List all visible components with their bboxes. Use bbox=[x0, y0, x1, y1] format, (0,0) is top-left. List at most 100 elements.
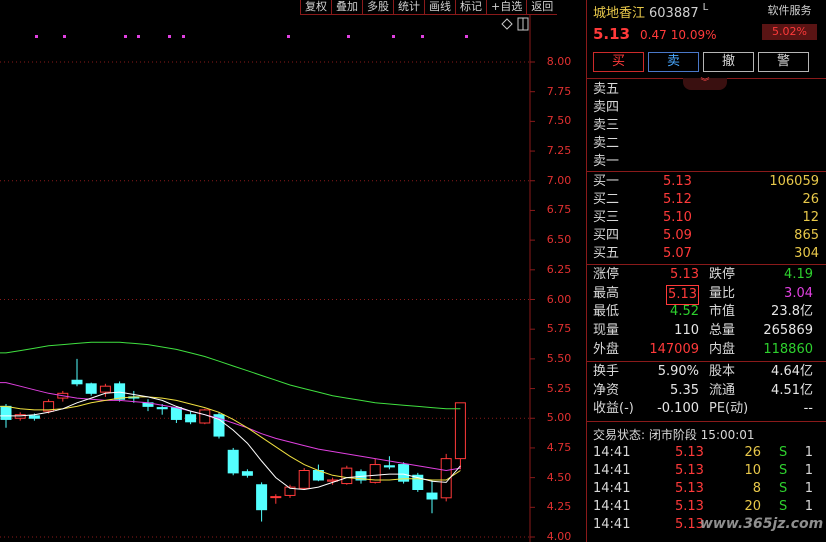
candle-up bbox=[284, 484, 296, 498]
y-tick-label: 4.25 bbox=[546, 500, 572, 514]
mark-button[interactable]: 标记 bbox=[455, 0, 486, 15]
marker-dot bbox=[124, 35, 127, 38]
candle-body bbox=[256, 484, 268, 511]
y-tick-label: 4.00 bbox=[546, 530, 572, 542]
candle-body bbox=[426, 492, 438, 500]
outer-value: 147009 bbox=[649, 342, 699, 357]
y-tick-label: 4.50 bbox=[546, 470, 572, 484]
y-tick-label: 7.25 bbox=[546, 144, 572, 158]
bid-row[interactable]: 买五 5.07 304 bbox=[593, 245, 819, 263]
stock-name: 城地香江 bbox=[593, 6, 646, 21]
stat-row: 外盘 147009 内盘 118860 bbox=[593, 342, 813, 357]
ask-row[interactable]: 卖二 bbox=[593, 135, 819, 153]
candle-down bbox=[213, 412, 225, 439]
back-button[interactable]: 返回 bbox=[526, 0, 558, 15]
ask-row[interactable]: 卖五 bbox=[593, 81, 819, 99]
multi-stock-button[interactable]: 多股 bbox=[362, 0, 393, 15]
alert-button[interactable]: 警 bbox=[758, 52, 809, 72]
y-tick-label: 5.75 bbox=[546, 322, 572, 336]
stock-title[interactable]: 城地香江 603887 L bbox=[593, 2, 708, 21]
candle-down bbox=[312, 464, 324, 482]
candle-body bbox=[99, 385, 111, 393]
stock-code: 603887 bbox=[649, 6, 699, 21]
candle-body bbox=[71, 379, 83, 385]
sell-button[interactable]: 卖 bbox=[648, 52, 699, 72]
candle-body bbox=[270, 496, 282, 499]
quote-panel: 城地香江 603887 L 软件服务 5.02% 5.13 0.47 10.09% 买 … bbox=[586, 0, 826, 542]
candle-down bbox=[398, 462, 410, 484]
marker-dot bbox=[465, 35, 468, 38]
restore-rights-button[interactable]: 复权 bbox=[300, 0, 331, 15]
candle-down bbox=[241, 469, 253, 478]
y-tick-label: 4.75 bbox=[546, 440, 572, 454]
buy-button[interactable]: 买 bbox=[593, 52, 644, 72]
y-tick-label: 5.00 bbox=[546, 411, 572, 425]
candle-down bbox=[426, 480, 438, 514]
stat-row: 净资 5.35 流通 4.51亿 bbox=[593, 383, 813, 398]
bid-row[interactable]: 买二 5.12 26 bbox=[593, 191, 819, 209]
nav-value: 5.35 bbox=[670, 383, 699, 398]
inner-value: 118860 bbox=[763, 342, 813, 357]
divider bbox=[587, 361, 826, 362]
marker-dot bbox=[347, 35, 350, 38]
candle-body bbox=[170, 407, 182, 420]
trade-status: 交易状态: 闭市阶段 15:00:01 bbox=[593, 428, 755, 442]
draw-line-button[interactable]: 画线 bbox=[424, 0, 455, 15]
ma5-line bbox=[0, 391, 461, 491]
kline-chart[interactable] bbox=[0, 0, 586, 542]
low-value: 4.52 bbox=[670, 304, 699, 319]
pe-value: -- bbox=[803, 401, 813, 416]
float-value: 4.51亿 bbox=[771, 383, 813, 398]
eps-value: -0.100 bbox=[657, 401, 699, 416]
tick-row: 14:41 5.13 26 S 1 bbox=[593, 445, 813, 460]
y-tick-label: 5.25 bbox=[546, 381, 572, 395]
candle-down bbox=[383, 456, 395, 470]
bid-row[interactable]: 买三 5.10 12 bbox=[593, 209, 819, 227]
cancel-order-button[interactable]: 撤 bbox=[703, 52, 754, 72]
action-buttons: 买 卖 撤 警 bbox=[593, 52, 809, 72]
divider bbox=[587, 421, 826, 422]
candle-up bbox=[199, 408, 211, 425]
bid-row[interactable]: 买四 5.09 865 bbox=[593, 227, 819, 245]
candle-down bbox=[412, 472, 424, 492]
sector-box[interactable]: 软件服务 5.02% bbox=[762, 2, 817, 40]
price-change: 0.47 bbox=[640, 28, 667, 42]
divider bbox=[587, 264, 826, 265]
statistics-button[interactable]: 统计 bbox=[393, 0, 424, 15]
total-vol-value: 265869 bbox=[763, 323, 813, 338]
stat-row: 现量 110 总量 265869 bbox=[593, 323, 813, 338]
ask-row[interactable]: 卖四 bbox=[593, 99, 819, 117]
stat-row: 收益(-) -0.100 PE(动) -- bbox=[593, 401, 813, 416]
candle-body bbox=[0, 405, 12, 420]
candle-body bbox=[298, 470, 310, 489]
candle-body bbox=[28, 415, 40, 419]
sector-label: 软件服务 bbox=[767, 4, 812, 17]
candle-up bbox=[454, 402, 466, 470]
y-tick-label: 7.00 bbox=[546, 173, 572, 187]
marker-dot bbox=[421, 35, 424, 38]
bid-row[interactable]: 买一 5.13 106059 bbox=[593, 173, 819, 191]
candle-body bbox=[241, 471, 253, 476]
tick-row: 14:41 5.13 8 S 1 bbox=[593, 481, 813, 496]
y-tick-label: 6.25 bbox=[546, 262, 572, 276]
add-watchlist-button[interactable]: +自选 bbox=[486, 0, 527, 15]
overlay-button[interactable]: 叠加 bbox=[331, 0, 362, 15]
sector-change: 5.02% bbox=[762, 24, 817, 40]
marker-dot bbox=[182, 35, 185, 38]
window-icon[interactable] bbox=[517, 17, 529, 31]
y-tick-label: 6.75 bbox=[546, 203, 572, 217]
candles bbox=[0, 358, 466, 522]
y-tick-label: 7.50 bbox=[546, 114, 572, 128]
price-change-pct: 10.09% bbox=[670, 28, 717, 42]
candle-body bbox=[227, 449, 239, 474]
ask-row[interactable]: 卖三 bbox=[593, 117, 819, 135]
y-tick-label: 7.75 bbox=[546, 84, 572, 98]
candle-down bbox=[256, 482, 268, 522]
candle-body bbox=[383, 465, 395, 468]
stat-row: 换手 5.90% 股本 4.64亿 bbox=[593, 364, 813, 379]
ask-row[interactable]: 卖一 bbox=[593, 153, 819, 171]
candle-down bbox=[71, 358, 83, 387]
ma60-line bbox=[0, 341, 461, 410]
candle-down bbox=[185, 411, 197, 425]
diamond-icon[interactable] bbox=[501, 18, 513, 30]
